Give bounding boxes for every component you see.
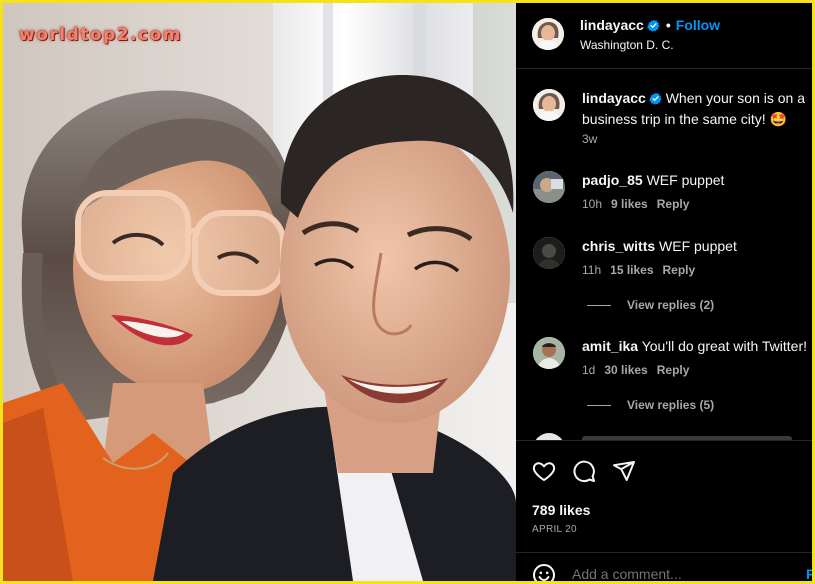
- comment-text: You'll do great with Twitter!: [641, 338, 808, 354]
- reply-button[interactable]: Reply: [657, 197, 690, 211]
- heart-icon[interactable]: [532, 459, 556, 488]
- reply-button[interactable]: Reply: [663, 263, 696, 277]
- commenter-avatar[interactable]: [533, 433, 565, 440]
- author-username-row: lindayacc • Follow: [580, 17, 720, 35]
- comment-likes[interactable]: 15 likes: [610, 263, 653, 277]
- comment-meta: 11h 15 likes Reply: [582, 263, 704, 277]
- comment-text: WEF puppet: [646, 172, 725, 188]
- caption-username[interactable]: lindayacc: [582, 90, 646, 106]
- verified-badge-icon: [647, 19, 660, 35]
- post-date: APRIL 20: [532, 524, 577, 535]
- comment-text-block: amit_ika You'll do great with Twitter!: [582, 337, 812, 356]
- comment-text-block: padjo_85 WEF puppet: [582, 171, 808, 190]
- comment-username[interactable]: amit_ika: [582, 338, 638, 354]
- avatar-image: [533, 337, 565, 369]
- avatar-image: [533, 89, 565, 121]
- add-comment-input[interactable]: Add a comment...: [572, 566, 682, 581]
- comment-meta: 10h 9 likes Reply: [582, 197, 698, 211]
- author-username[interactable]: lindayacc: [580, 17, 644, 33]
- comment-likes[interactable]: 9 likes: [611, 197, 648, 211]
- add-comment-bar: Add a comment... P: [516, 552, 812, 581]
- commenter-avatar[interactable]: [533, 237, 565, 269]
- post-frame: worldtop2.com lindayacc • Follow Washingto…: [3, 3, 812, 581]
- post-comment-button[interactable]: P: [806, 566, 812, 581]
- caption-text-block: lindayacc When your son is on a business…: [582, 89, 808, 129]
- comment-meta: 1d 30 likes Reply: [582, 363, 698, 377]
- reply-button[interactable]: Reply: [657, 363, 690, 377]
- selfie-image: [3, 3, 516, 581]
- share-icon[interactable]: [612, 459, 636, 488]
- separator-dot: •: [665, 17, 671, 33]
- avatar-image: [533, 171, 565, 203]
- post-header: lindayacc • Follow Washington D. C.: [516, 3, 812, 69]
- caption-avatar[interactable]: [533, 89, 565, 121]
- comments-list[interactable]: lindayacc When your son is on a business…: [516, 70, 812, 440]
- comment-likes[interactable]: 30 likes: [604, 363, 647, 377]
- post-actions: 789 likes APRIL 20 Add a comment... P: [516, 440, 812, 581]
- comment-text: WEF puppet: [659, 238, 737, 254]
- verified-badge-icon: [649, 91, 662, 110]
- comment-time[interactable]: 1d: [582, 363, 595, 377]
- caption-meta: 3w: [582, 132, 606, 146]
- view-replies-button[interactable]: View replies (5): [587, 398, 714, 412]
- commenter-avatar[interactable]: [533, 337, 565, 369]
- post-location[interactable]: Washington D. C.: [580, 38, 674, 52]
- commenter-avatar[interactable]: [533, 171, 565, 203]
- emoji-icon[interactable]: [532, 563, 556, 581]
- caption-time[interactable]: 3w: [582, 132, 597, 146]
- likes-count[interactable]: 789 likes: [532, 502, 590, 518]
- post-photo[interactable]: worldtop2.com: [3, 3, 516, 581]
- comment-username[interactable]: chris_witts: [582, 238, 655, 254]
- author-avatar[interactable]: [532, 18, 564, 50]
- avatar-image: [532, 18, 564, 50]
- comment-text-block: chris_witts WEF puppet: [582, 237, 808, 256]
- comment-icon[interactable]: [572, 459, 596, 488]
- watermark: worldtop2.com: [19, 25, 182, 45]
- post-side-panel: lindayacc • Follow Washington D. C. linday…: [516, 3, 812, 581]
- follow-button[interactable]: Follow: [676, 17, 720, 33]
- avatar-image: [533, 237, 565, 269]
- comment-time[interactable]: 10h: [582, 197, 602, 211]
- comment-username[interactable]: padjo_85: [582, 172, 643, 188]
- comment-time[interactable]: 11h: [582, 263, 601, 277]
- view-replies-button[interactable]: View replies (2): [587, 298, 714, 312]
